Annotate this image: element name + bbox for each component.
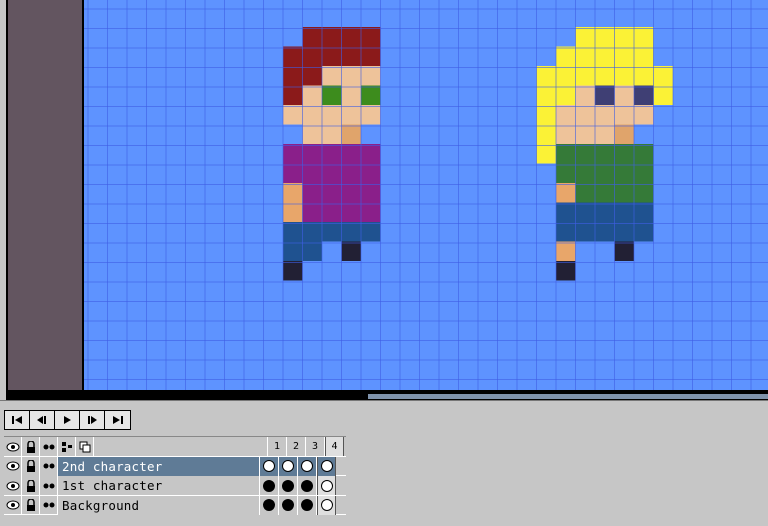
next-frame-button[interactable]	[80, 411, 105, 429]
continuous-icon[interactable]	[40, 476, 58, 495]
cel[interactable]	[260, 476, 279, 495]
play-button[interactable]	[55, 411, 80, 429]
first-frame-button[interactable]	[5, 411, 30, 429]
frame-header-1[interactable]: 1	[268, 437, 287, 456]
frame-header-2[interactable]: 2	[287, 437, 306, 456]
cel[interactable]	[279, 456, 298, 476]
layer-name[interactable]: 2nd character	[58, 456, 260, 476]
layers-timeline: 1 2 3 4 2nd character 1st character Backgr…	[4, 436, 346, 515]
layers-header: 1 2 3 4	[4, 437, 346, 457]
layer-row[interactable]: 2nd character	[4, 456, 346, 476]
cel-dot-icon	[301, 460, 313, 472]
last-frame-icon	[112, 416, 123, 424]
cel-dot-icon	[320, 499, 333, 511]
lock-icon[interactable]	[22, 476, 40, 495]
cel-dot-icon	[263, 479, 275, 492]
cel-dot-icon	[301, 479, 313, 492]
last-frame-button[interactable]	[105, 411, 130, 429]
lock-icon[interactable]	[22, 456, 40, 476]
divider	[0, 400, 768, 404]
sprite-editor-area	[0, 0, 768, 404]
play-icon	[64, 416, 71, 424]
cel[interactable]	[317, 456, 336, 476]
pixel-canvas-svg[interactable]	[84, 0, 768, 390]
cel-dot-icon	[320, 460, 333, 472]
new-layer-icon[interactable]	[76, 437, 94, 456]
cel-dot-icon	[282, 499, 294, 511]
continuous-icon[interactable]	[40, 456, 58, 476]
continuous-icon[interactable]	[40, 437, 58, 456]
cel[interactable]	[279, 476, 298, 495]
cel-dot-icon	[282, 460, 294, 472]
cel[interactable]	[279, 495, 298, 515]
cel[interactable]	[317, 476, 336, 495]
group-icon[interactable]	[58, 437, 76, 456]
previous-frame-button[interactable]	[30, 411, 55, 429]
first-frame-icon	[12, 416, 22, 424]
canvas-side-area	[8, 0, 82, 390]
layer-row[interactable]: 1st character	[4, 476, 346, 496]
cel[interactable]	[298, 456, 317, 476]
horizontal-scrollbar-thumb[interactable]	[368, 394, 768, 399]
playback-controls	[4, 410, 131, 430]
eye-icon[interactable]	[4, 476, 22, 495]
cel[interactable]	[298, 476, 317, 495]
next-frame-icon	[88, 416, 97, 424]
layer-name-header	[94, 437, 268, 456]
continuous-icon[interactable]	[40, 495, 58, 515]
cel[interactable]	[260, 495, 279, 515]
cel-dot-icon	[282, 479, 294, 492]
eye-icon[interactable]	[4, 437, 22, 456]
layer-name[interactable]: 1st character	[58, 476, 260, 495]
eye-icon[interactable]	[4, 456, 22, 476]
eye-icon[interactable]	[4, 495, 22, 515]
frame-header-3[interactable]: 3	[306, 437, 325, 456]
layer-name[interactable]: Background	[58, 495, 260, 515]
cel-dot-icon	[301, 499, 313, 511]
cel[interactable]	[317, 495, 336, 515]
cel-dot-icon	[263, 460, 275, 472]
lock-icon[interactable]	[22, 495, 40, 515]
pixel-canvas[interactable]	[84, 0, 768, 390]
layer-row[interactable]: Background	[4, 495, 346, 515]
cel[interactable]	[298, 495, 317, 515]
cel-dot-icon	[320, 479, 333, 492]
cel[interactable]	[260, 456, 279, 476]
frame-header-4[interactable]: 4	[325, 437, 344, 456]
cel-dot-icon	[263, 499, 275, 511]
previous-frame-icon	[37, 416, 46, 424]
lock-icon[interactable]	[22, 437, 40, 456]
